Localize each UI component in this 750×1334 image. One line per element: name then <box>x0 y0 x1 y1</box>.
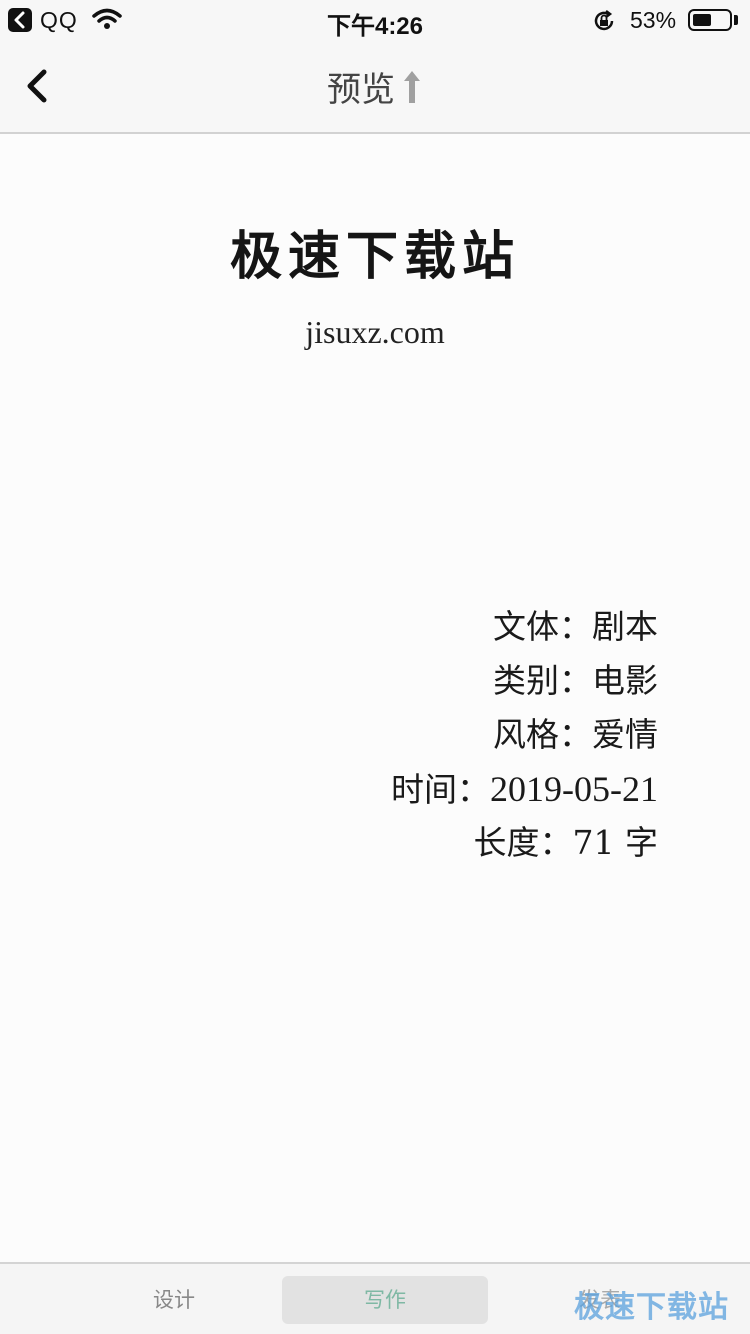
meta-label: 长度： <box>473 823 573 862</box>
preview-screen: QQ 下午4:26 53% 预览 极速下载站 jisuxz.com 文体：剧本 … <box>0 0 750 1334</box>
navigation-bar: 预览 <box>0 40 750 134</box>
meta-row-style: 风格：爱情 <box>238 708 658 762</box>
page-title: 预览 <box>327 70 395 110</box>
orientation-lock-icon <box>592 9 616 40</box>
meta-value: 电影 <box>592 661 658 700</box>
battery-tip <box>734 15 738 25</box>
battery-percent: 53% <box>630 7 677 33</box>
meta-row-genre: 文体：剧本 <box>238 600 658 654</box>
tab-design[interactable]: 设计 <box>104 1276 244 1324</box>
document-meta-list: 文体：剧本 类别：电影 风格：爱情 时间：2019-05-21 长度：71 字 <box>238 600 658 870</box>
tab-write[interactable]: 写作 <box>282 1276 488 1324</box>
meta-label: 类别： <box>493 661 592 700</box>
meta-value: 71 字 <box>572 823 658 862</box>
arrow-up-icon[interactable] <box>401 67 423 107</box>
nav-title-group[interactable]: 预览 <box>0 62 750 111</box>
battery-icon <box>688 9 732 31</box>
meta-row-date: 时间：2019-05-21 <box>238 762 658 816</box>
meta-value: 剧本 <box>592 607 658 646</box>
battery-level-fill <box>693 14 711 26</box>
meta-label: 时间： <box>391 770 491 809</box>
document-title: 极速下载站 <box>229 226 520 287</box>
meta-value: 2019-05-21 <box>490 769 658 809</box>
meta-row-category: 类别：电影 <box>238 654 658 708</box>
watermark-logo: 极速下载站 <box>574 1290 729 1325</box>
meta-label: 文体： <box>493 607 592 646</box>
meta-row-length: 长度：71 字 <box>238 816 658 870</box>
meta-value: 爱情 <box>592 715 658 754</box>
meta-label: 风格： <box>493 715 592 754</box>
status-bar: QQ 下午4:26 53% <box>0 0 750 40</box>
document-subtitle: jisuxz.com <box>305 314 445 350</box>
